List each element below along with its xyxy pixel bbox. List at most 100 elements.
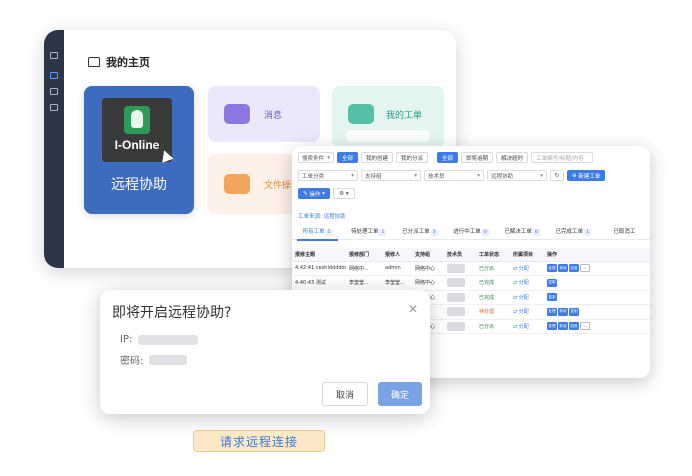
assign-link[interactable]: ⇄ 分配	[513, 280, 529, 286]
my-tickets-label: 我的工单	[386, 111, 423, 121]
source-text: 远程协助	[491, 173, 514, 180]
sidebar-apps-icon[interactable]	[50, 72, 58, 79]
reporter: 李莹莹...	[385, 280, 405, 287]
table-row[interactable]: 4:42:41 ceshidddddd 网络中... admin 网络中心 已分派 ⇄ 分…	[292, 261, 650, 276]
technician-redacted	[447, 278, 465, 288]
row-action-button[interactable]: 转派	[558, 307, 568, 316]
near-overdue-button[interactable]: 即将逾期	[461, 152, 494, 163]
settings-icon[interactable]: ⚙ ▾	[332, 188, 355, 199]
assign-label: 分配	[518, 323, 529, 330]
scope-all-button[interactable]: 全部	[437, 152, 459, 163]
row-action-button[interactable]: 复制	[547, 293, 557, 302]
tab-2[interactable]: 已分派工单 3	[394, 224, 445, 240]
table-cell	[444, 290, 476, 305]
chevron-down-icon: ▾	[414, 172, 417, 179]
row-action-button[interactable]: 处理	[547, 322, 557, 331]
ip-label: IP:	[120, 334, 133, 345]
table-cell: admin	[382, 261, 412, 276]
row-action-button[interactable]: 回收	[569, 322, 579, 331]
search-input[interactable]: 工单编号/标题/内容	[531, 152, 594, 163]
support-group: 网络中心	[415, 280, 436, 287]
messages-card[interactable]: 消息	[208, 86, 320, 142]
operations-label: 操作	[309, 191, 321, 198]
column-header: 技术员	[444, 248, 476, 262]
my-tickets-card[interactable]: 我的工单	[332, 86, 444, 148]
column-header: 报修部门	[346, 248, 382, 262]
chevron-down-icon: ▾	[351, 172, 354, 179]
cancel-button[interactable]: 取消	[322, 382, 368, 406]
confirm-button[interactable]: 确定	[378, 382, 422, 406]
remote-assist-label: 远程协助	[111, 177, 167, 193]
tab-4[interactable]: 已解决工单 0	[497, 224, 548, 240]
remote-assist-card[interactable]: I-Online 远程协助	[84, 86, 194, 214]
row-action-button[interactable]: 处理	[547, 307, 557, 316]
row-action-button[interactable]: 回收	[569, 264, 579, 273]
ip-value-redacted	[138, 334, 199, 345]
search-condition-select[interactable]: 搜索条件 ▾	[298, 152, 334, 163]
column-header: 报修人	[382, 248, 412, 262]
ticket-category-text: 工单分类	[302, 173, 325, 180]
assign-link[interactable]: ⇄ 分配	[513, 295, 529, 301]
refresh-icon[interactable]: ↻	[550, 170, 564, 181]
row-action-button[interactable]: 处理	[547, 264, 557, 273]
status-badge: 已完成	[479, 280, 495, 287]
operations-button[interactable]: ✎ 操作 ▾	[298, 188, 330, 199]
table-cell: 李莹莹...	[346, 275, 382, 291]
row-action-button[interactable]: 转派	[558, 322, 568, 331]
source-select[interactable]: 远程协助 ▾	[487, 170, 547, 181]
resolve-timeout-button[interactable]: 解决超时	[496, 152, 529, 163]
row-action-button[interactable]: 转派	[558, 264, 568, 273]
sidebar-list-icon[interactable]	[50, 88, 58, 95]
password-value-redacted	[149, 354, 188, 365]
assign-label: 分配	[518, 265, 529, 272]
status-badge: 已完成	[479, 294, 495, 301]
assign-link[interactable]: ⇄ 分配	[513, 309, 529, 315]
support-group-text: 支持组	[365, 173, 382, 180]
reporter: admin	[385, 265, 401, 272]
tab-6[interactable]: 已取消工	[599, 224, 650, 240]
sidebar-doc-icon[interactable]	[50, 104, 58, 111]
table-cell: 已分派	[476, 319, 510, 334]
subject-text: ceshidddddd	[315, 265, 346, 272]
row-action-button[interactable]: 复制	[547, 278, 557, 287]
table-cell: 处理 转派 回收...	[544, 261, 650, 276]
row-action-button[interactable]: ...	[580, 322, 590, 331]
technician-redacted	[447, 321, 465, 331]
password-label: 密码:	[120, 356, 144, 367]
new-ticket-button[interactable]: ⊕ 新建工单	[567, 170, 606, 181]
assign-link[interactable]: ⇄ 分配	[513, 266, 529, 272]
column-header: 工单状态	[476, 248, 510, 262]
logo-badge	[124, 106, 150, 134]
table-cell: 处理 转派 回收...	[544, 319, 650, 334]
technician-redacted	[447, 307, 465, 317]
row-action-button[interactable]: 复制	[569, 307, 579, 316]
sidebar-home-icon[interactable]	[50, 52, 58, 59]
close-icon[interactable]: ✕	[408, 302, 418, 316]
tab-3[interactable]: 进行中工单 0	[445, 224, 496, 240]
filter-all-button[interactable]: 全部	[337, 152, 359, 163]
filter-assigned-button[interactable]: 我的分派	[396, 152, 429, 163]
support-group-select[interactable]: 支持组 ▾	[361, 170, 421, 181]
row-action-button[interactable]: ...	[580, 264, 590, 273]
assign-link[interactable]: ⇄ 分配	[513, 324, 529, 330]
table-cell	[444, 275, 476, 291]
filter-created-button[interactable]: 我的创建	[361, 152, 394, 163]
tab-count-badge: 0	[481, 228, 489, 236]
technician-text: 技术员	[428, 173, 445, 180]
tab-0[interactable]: 所有工单 5	[292, 224, 343, 241]
chevron-down-icon: ▾	[320, 190, 325, 197]
table-cell: 网络中心	[412, 275, 444, 291]
tab-1[interactable]: 待处理工单 1	[343, 224, 394, 240]
tab-5[interactable]: 已完成工单 1	[548, 224, 599, 240]
password-field: 密码:	[120, 352, 188, 367]
dept: 李莹莹...	[349, 280, 369, 287]
ticket-category-select[interactable]: 工单分类 ▾	[298, 170, 358, 181]
remote-confirm-dialog: 即将开启远程协助? ✕ IP: 密码: 取消 确定	[100, 290, 430, 414]
table-row[interactable]: 4:40:43 测试 李莹莹... 李莹莹... 网络中心 已完成 ⇄ 分配 复制	[292, 275, 650, 291]
page-title-text: 我的主页	[106, 56, 150, 69]
tab-label: 已取消工	[613, 228, 636, 235]
request-remote-caption: 请求远程连接	[193, 430, 325, 452]
table-cell: 已分派	[476, 261, 510, 276]
message-icon	[224, 104, 250, 124]
technician-select[interactable]: 技术员 ▾	[424, 170, 484, 181]
